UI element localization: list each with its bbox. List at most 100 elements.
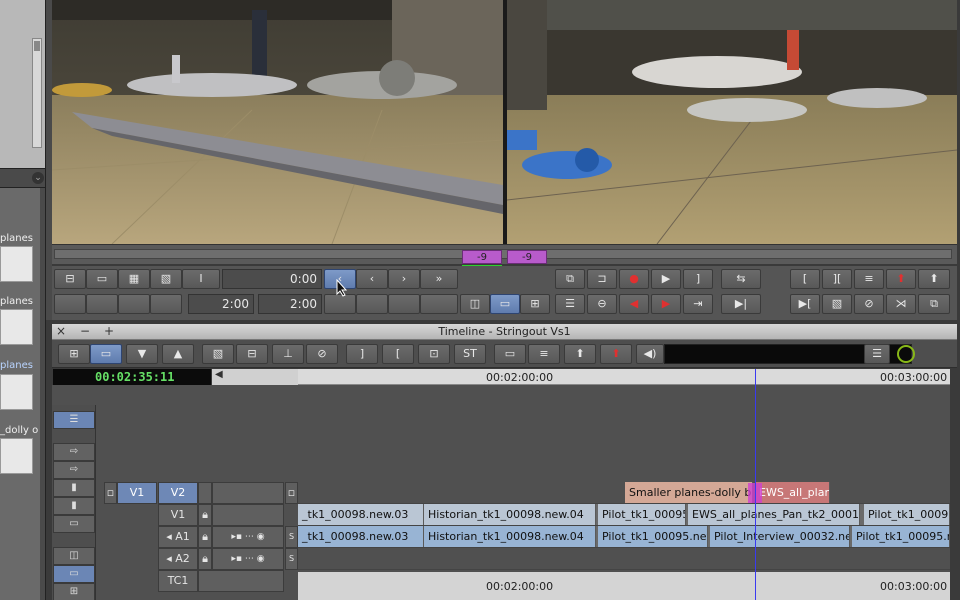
record-track-a2[interactable]: ◂ A2 [158,548,198,570]
text-cursor-icon[interactable]: I [182,269,220,289]
extract-yellow-icon[interactable]: ▮ [53,497,95,515]
add-icon[interactable]: + [104,324,114,339]
toggle-source-icon[interactable]: ◫ [460,294,490,314]
lock-icon[interactable]: 🔒︎ [198,526,212,548]
mark-clip-icon[interactable]: ][ [822,269,852,289]
audio-mixer-icon[interactable]: ▭ [494,344,526,364]
blank-button[interactable] [388,294,420,314]
go-to-out-red-icon[interactable]: ▶ [651,294,681,314]
mark-out-icon[interactable]: ] [683,269,713,289]
blank-button[interactable] [118,294,150,314]
splice-yellow-icon[interactable]: ⇨ [53,461,95,479]
timeline-clip[interactable]: _tk1_00098.new.03 [298,526,424,547]
record-track-tc1[interactable]: TC1 [158,570,198,592]
effect-icon[interactable]: ▧ [202,344,234,364]
copy-icon[interactable]: ⧉ [918,294,950,314]
mark-in-clip-icon[interactable]: [ [790,269,820,289]
solo-mute-toggle[interactable]: S [285,526,298,548]
go-to-in-icon[interactable]: ⊐ [587,269,617,289]
speaker-icon[interactable]: ◀) [636,344,664,364]
record-track-a1[interactable]: ◂ A1 [158,526,198,548]
bin-scroll-thumb[interactable] [34,41,40,51]
composite-icon[interactable]: ⊡ [418,344,450,364]
sync-icon[interactable]: ▧ [150,269,182,289]
track-monitor-cell[interactable] [198,570,284,592]
overwrite-trim-red-icon[interactable]: ⇨ [53,443,95,461]
track-monitor-cell[interactable] [212,504,284,526]
trim-icon[interactable]: ⇆ [721,269,761,289]
step-forward-button[interactable]: › [388,269,420,289]
grid-icon[interactable]: ▦ [118,269,150,289]
chevron-down-icon[interactable]: ⌄ [32,172,44,184]
arrow-down-icon[interactable]: ▼ [126,344,158,364]
list-icon[interactable]: ☰ [555,294,585,314]
timeline-clip[interactable]: Smaller planes-dolly b [625,482,753,503]
mark-in-icon[interactable]: ● [619,269,649,289]
arrow-up-icon[interactable]: ▲ [162,344,194,364]
overwrite-icon[interactable]: ⬆ [918,269,950,289]
blank-button[interactable] [324,294,356,314]
lift-icon[interactable]: ≡ [854,269,884,289]
no-entry-icon[interactable]: ⊘ [854,294,884,314]
lock-icon[interactable]: 🔒︎ [198,504,212,526]
playhead[interactable] [755,369,756,600]
source-track-v1[interactable]: V1 [117,482,157,504]
toggle-palette-icon[interactable]: ☰ [53,411,95,429]
track-lane-a2[interactable] [298,548,950,570]
track-lane-v1[interactable]: _tk1_00098.new.03 Historian_tk1_00098.ne… [298,504,950,526]
record-track-v1[interactable]: V1 [158,504,198,526]
blank-button[interactable] [420,294,458,314]
overwrite-icon[interactable]: ⬆ [564,344,596,364]
match-frame-icon[interactable]: ⧉ [555,269,585,289]
sliders-icon[interactable]: ⊞ [53,583,95,600]
minimize-icon[interactable]: − [80,324,90,339]
bin-item-thumbnail[interactable] [0,438,33,474]
blank-button[interactable] [86,294,118,314]
trim-mode-icon[interactable]: ⋊ [886,294,916,314]
bin-item-thumbnail[interactable] [0,309,33,345]
source-monitor[interactable] [52,0,503,244]
blank-button[interactable] [150,294,182,314]
bin-scrollbar[interactable] [32,38,42,148]
bin-item-thumbnail[interactable] [0,246,33,282]
go-to-in-red-icon[interactable]: ◀ [619,294,649,314]
settings-icon[interactable]: ⊞ [520,294,550,314]
bin-item-label[interactable]: planes [0,296,38,307]
source-patch-toggle[interactable]: ▫ [104,482,117,504]
timeline-ruler[interactable]: 00:02:00:00 00:03:00:00 [298,369,950,385]
center-duration-field[interactable]: 0:00 [222,269,322,289]
timeline-clip[interactable]: Pilot_tk1_00095.r [852,526,950,547]
timeline-clip[interactable]: EWS_all_planes_Pan_tk2_00015. [688,504,860,525]
segment-icon[interactable]: ⊥ [272,344,304,364]
track-sync-toggle[interactable]: ▫ [285,482,298,504]
lift-red-icon[interactable]: ▮ [53,479,95,497]
blank-button[interactable] [356,294,388,314]
st-button[interactable]: ST [454,344,486,364]
splice-in-icon[interactable]: ⬆ [886,269,916,289]
go-to-next-edit-icon[interactable]: ▶| [721,294,761,314]
effect-icon[interactable]: ▧ [822,294,852,314]
timeline-clip[interactable]: Historian_tk1_00098.new.04 [424,526,596,547]
position-bar[interactable] [52,244,957,264]
toggle-view-icon[interactable]: ▭ [90,344,122,364]
audio-waveform-toggle[interactable]: ▸▪ ⋯ ◉ [212,548,284,570]
record-mode-icon[interactable]: ▭ [490,294,520,314]
timeline-clip[interactable]: EWS_all_plane [755,482,830,503]
settings-sliders-icon[interactable]: ⊞ [58,344,90,364]
play-icon[interactable]: ▶ [651,269,681,289]
record-track-v2[interactable]: V2 [158,482,198,504]
track-lane-v2[interactable]: Smaller planes-dolly b EWS_all_plane [298,482,950,504]
lock-icon[interactable]: 🔒︎ [198,548,212,570]
fast-forward-button[interactable]: » [420,269,458,289]
timeline-clip[interactable]: _tk1_00098.new.03 [298,504,424,525]
audio-waveform-toggle[interactable]: ▸▪ ⋯ ◉ [212,526,284,548]
record-monitor[interactable] [507,0,957,244]
link-icon[interactable]: ⊖ [587,294,617,314]
timeline-clip[interactable]: Pilot_Interview_00032.nev [710,526,850,547]
source-duration-field[interactable]: 2:00 [188,294,254,314]
track-monitor-cell[interactable] [212,482,284,504]
ruler-left-arrow[interactable]: ◀ [212,369,298,385]
bin-item-label[interactable]: planes [0,360,38,371]
record-toggle-icon[interactable]: ▭ [53,565,95,583]
menu-icon[interactable]: ☰ [864,344,890,364]
